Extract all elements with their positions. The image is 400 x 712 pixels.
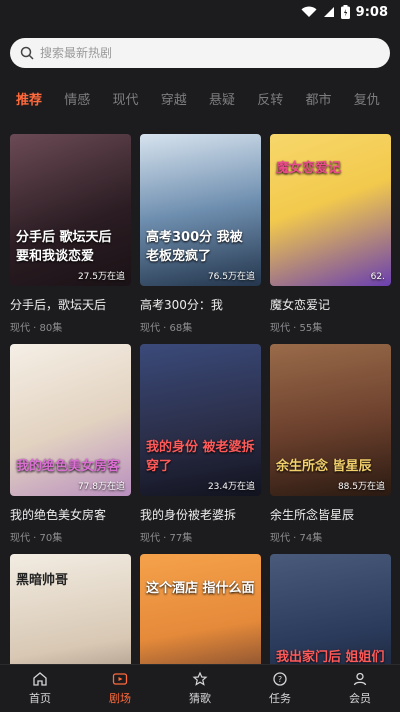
tab-twist[interactable]: 反转 [255,89,303,108]
wifi-icon [301,6,317,17]
watch-count: 62. [370,272,385,282]
drama-card[interactable]: 我的身份 被老婆拆穿了 23.4万在追 我的身份被老婆拆 现代 · 77集 [140,344,261,544]
battery-icon [340,5,350,19]
drama-meta: 现代 · 68集 [140,323,193,334]
drama-poster[interactable]: 我的身份 被老婆拆穿了 23.4万在追 [140,344,261,496]
poster-title-art: 分手后 歌坛天后 要和我谈恋爱 [16,230,112,264]
drama-meta: 现代 · 55集 [270,323,323,334]
clock: 9:08 [355,4,388,20]
nav-theater[interactable]: 剧场 [80,665,160,712]
svg-text:?: ? [278,675,282,684]
drama-poster[interactable]: 魔女恋爱记 62. [270,134,391,286]
nav-label: 猜歌 [189,692,211,705]
poster-title-art: 黑暗帅哥 [16,573,69,588]
drama-card[interactable]: 魔女恋爱记 62. 魔女恋爱记 现代 · 55集 [270,134,391,334]
tab-suspense[interactable]: 悬疑 [207,89,255,108]
poster-title-art: 余生所念 皆星辰 [276,459,372,474]
drama-card[interactable]: 我的绝色美女房客 77.8万在追 我的绝色美女房客 现代 · 70集 [10,344,131,544]
drama-poster[interactable]: 我的绝色美女房客 77.8万在追 [10,344,131,496]
drama-title[interactable]: 余生所念皆星辰 [270,506,391,523]
drama-title[interactable]: 高考300分：我 [140,296,261,313]
nav-guess-song[interactable]: 猜歌 [160,665,240,712]
watch-count: 27.5万在追 [77,272,125,282]
watch-count: 88.5万在追 [337,482,385,492]
drama-card[interactable]: 余生所念 皆星辰 88.5万在追 余生所念皆星辰 现代 · 74集 [270,344,391,544]
member-icon [353,672,367,686]
tab-emotion[interactable]: 情感 [62,89,110,108]
tab-modern[interactable]: 现代 [111,89,159,108]
watch-count: 77.8万在追 [77,482,125,492]
tab-recommend[interactable]: 推荐 [14,89,62,108]
nav-label: 首页 [29,692,51,705]
poster-title-art: 高考300分 我被老板宠疯了 [146,230,243,264]
drama-grid: 分手后 歌坛天后 要和我谈恋爱 27.5万在追 分手后，歌坛天后 现代 · 80… [0,134,400,712]
drama-poster[interactable]: 分手后 歌坛天后 要和我谈恋爱 27.5万在追 [10,134,131,286]
watch-count: 23.4万在追 [207,482,255,492]
poster-title-art: 这个酒店 指什么面 [146,581,255,596]
tab-urban[interactable]: 都市 [304,89,352,108]
nav-member[interactable]: 会员 [320,665,400,712]
signal-icon [323,7,334,17]
drama-title[interactable]: 我的绝色美女房客 [10,506,131,523]
search-input[interactable] [40,46,340,60]
nav-label: 任务 [269,692,291,705]
nav-label: 剧场 [109,692,131,705]
search-icon [20,46,34,60]
watch-count: 76.5万在追 [207,272,255,282]
drama-card[interactable]: 分手后 歌坛天后 要和我谈恋爱 27.5万在追 分手后，歌坛天后 现代 · 80… [10,134,131,334]
drama-meta: 现代 · 70集 [10,533,63,544]
poster-title-art: 我的绝色美女房客 [16,459,121,474]
home-icon [33,672,47,686]
drama-poster[interactable]: 余生所念 皆星辰 88.5万在追 [270,344,391,496]
drama-card[interactable]: 高考300分 我被老板宠疯了 76.5万在追 高考300分：我 现代 · 68集 [140,134,261,334]
poster-title-art: 我的身份 被老婆拆穿了 [146,440,255,474]
drama-meta: 现代 · 80集 [10,323,63,334]
category-tabs: 推荐 情感 现代 穿越 悬疑 反转 都市 复仇 [0,76,400,120]
nav-label: 会员 [349,692,371,705]
nav-home[interactable]: 首页 [0,665,80,712]
poster-title-art: 魔女恋爱记 [276,161,342,176]
tab-revenge[interactable]: 复仇 [352,89,400,108]
music-icon [192,671,208,686]
task-icon: ? [273,672,287,686]
drama-title[interactable]: 分手后，歌坛天后 [10,296,131,313]
nav-tasks[interactable]: ? 任务 [240,665,320,712]
drama-title[interactable]: 我的身份被老婆拆 [140,506,261,523]
theater-icon [112,673,128,685]
drama-meta: 现代 · 74集 [270,533,323,544]
drama-meta: 现代 · 77集 [140,533,193,544]
tab-time-travel[interactable]: 穿越 [159,89,207,108]
drama-poster[interactable]: 高考300分 我被老板宠疯了 76.5万在追 [140,134,261,286]
search-bar[interactable] [10,38,390,68]
status-bar: 9:08 [0,0,400,24]
bottom-nav: 首页 剧场 猜歌 ? 任务 会员 [0,664,400,712]
drama-title[interactable]: 魔女恋爱记 [270,296,391,313]
